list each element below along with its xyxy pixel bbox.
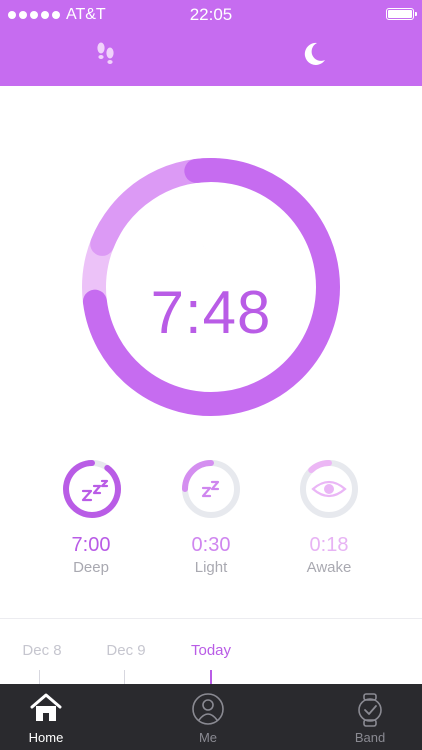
watch-icon: [358, 693, 382, 727]
person-icon: [192, 693, 224, 725]
zz-icon: [201, 480, 220, 498]
ring-moon-icon: [201, 229, 224, 253]
home-icon: [30, 693, 62, 721]
tab-band-label: Band: [354, 730, 386, 745]
stat-awake-label: Awake: [306, 559, 352, 576]
stat-awake-value: 0:18: [309, 534, 349, 556]
stat-ring-progress: [63, 460, 121, 518]
tab-me[interactable]: Me: [158, 684, 258, 750]
timeline-tick-active: [210, 670, 212, 684]
timeline-day-today[interactable]: Today: [191, 642, 231, 659]
zzz-icon: [81, 479, 109, 502]
stat-light-value: 0:30: [191, 534, 231, 556]
timeline-tick: [124, 670, 125, 684]
tab-home-label: Home: [28, 730, 64, 745]
timeline-day-dec-9[interactable]: Dec 9: [106, 642, 145, 659]
stat-deep: 7:00 Deep: [36, 534, 146, 576]
tab-band[interactable]: Band: [320, 684, 420, 750]
divider: [0, 618, 422, 619]
sleep-total-value: 7:48: [150, 279, 272, 346]
stat-deep-label: Deep: [73, 559, 109, 576]
stat-ring-progress: [308, 460, 332, 474]
tab-home[interactable]: Home: [0, 684, 96, 750]
stat-light: 0:30 Light: [156, 534, 266, 576]
stat-awake: 0:18 Awake: [274, 534, 384, 576]
tab-me-label: Me: [198, 730, 218, 745]
eye-icon: [311, 480, 347, 498]
sleep-total-ring: [82, 158, 340, 416]
stat-deep-value: 7:00: [71, 534, 111, 556]
stat-rings: [63, 460, 358, 518]
timeline-tick: [39, 670, 40, 684]
stat-light-label: Light: [194, 559, 228, 576]
day-timeline[interactable]: Dec 8 Dec 9 Today: [0, 640, 422, 684]
timeline-day-dec-8[interactable]: Dec 8: [22, 642, 61, 659]
tab-bar: Home Me Band: [0, 684, 422, 750]
stat-ring-progress: [182, 460, 214, 492]
